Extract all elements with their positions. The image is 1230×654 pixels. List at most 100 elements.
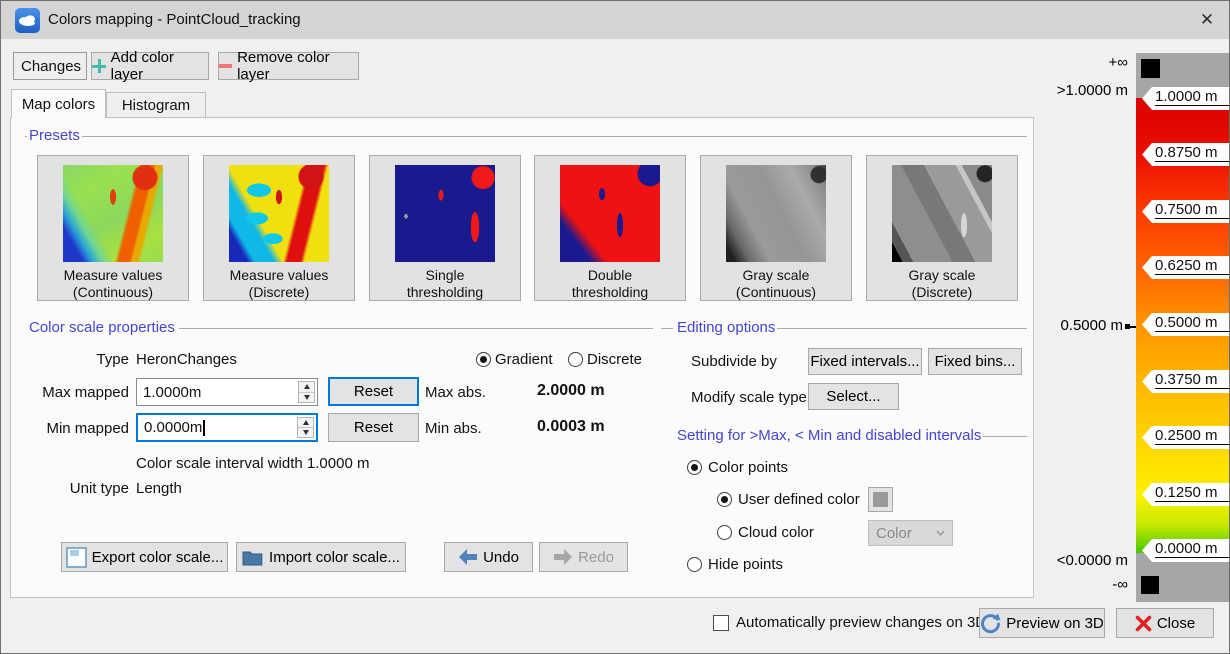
preview-on-3d-label: Preview on 3D: [1006, 615, 1104, 632]
redo-arrow-icon: [553, 548, 573, 566]
tab-histogram[interactable]: Histogram: [106, 92, 206, 118]
scale-tick-label: 0.8750 m: [1155, 143, 1229, 162]
fixed-intervals-button[interactable]: Fixed intervals...: [808, 348, 922, 375]
interval-width-text: Color scale interval width 1.0000 m: [136, 455, 369, 472]
scale-tick-0.1250[interactable]: 0.1250 m: [1142, 483, 1229, 506]
preset-caption: Gray scale: [701, 267, 851, 283]
preset-thumbnail-measure-discrete: [229, 165, 329, 262]
scale-tick-0.2500[interactable]: 0.2500 m: [1142, 426, 1229, 449]
title-bar[interactable]: Colors mapping - PointCloud_tracking ✕: [1, 1, 1229, 39]
scale-above-max-color-swatch[interactable]: [1141, 59, 1160, 78]
scale-label-plus-infinity: +∞: [1038, 54, 1128, 71]
scale-tick-0.0000[interactable]: 0.0000 m: [1142, 539, 1229, 562]
max-mapped-input[interactable]: 1.0000m: [136, 378, 318, 406]
min-mapped-label: Min mapped: [26, 420, 129, 437]
undo-button[interactable]: Undo: [444, 542, 533, 572]
scale-tick-0.5000[interactable]: 0.5000 m: [1142, 313, 1229, 336]
max-reset-button[interactable]: Reset: [328, 377, 419, 406]
remove-color-layer-label: Remove color layer: [237, 49, 358, 83]
max-abs-label: Max abs.: [425, 384, 486, 401]
preset-measure-values-continuous[interactable]: Measure values (Continuous): [37, 155, 189, 301]
user-defined-color-radio[interactable]: [717, 492, 732, 507]
preset-caption: Measure values: [204, 267, 354, 283]
scale-below-min-color-swatch[interactable]: [1141, 576, 1159, 594]
preset-caption: (Continuous): [38, 284, 188, 300]
spin-up-icon[interactable]: [299, 382, 314, 393]
cloud-color-radio[interactable]: [717, 525, 732, 540]
chevron-down-icon: [936, 530, 945, 536]
preview-on-3d-button[interactable]: Preview on 3D: [979, 608, 1105, 638]
settings-group-label: Setting for >Max, < Min and disabled int…: [675, 427, 983, 444]
gradient-radio[interactable]: [476, 352, 491, 367]
scale-tick-label: 0.3750 m: [1155, 370, 1229, 389]
preset-caption: thresholding: [535, 284, 685, 300]
scale-tick-label: 0.2500 m: [1155, 426, 1229, 445]
discrete-radio[interactable]: [568, 352, 583, 367]
preset-measure-values-discrete[interactable]: Measure values (Discrete): [203, 155, 355, 301]
type-value: HeronChanges: [136, 351, 237, 368]
cloud-color-label: Cloud color: [738, 524, 814, 541]
save-floppy-icon: [66, 547, 87, 568]
preset-gray-scale-discrete[interactable]: Gray scale (Discrete): [866, 155, 1018, 301]
import-color-scale-button[interactable]: Import color scale...: [236, 542, 406, 572]
preset-gray-scale-continuous[interactable]: Gray scale (Continuous): [700, 155, 852, 301]
min-abs-label: Min abs.: [425, 420, 482, 437]
scale-label-below-min: <0.0000 m: [1018, 552, 1128, 569]
scale-label-above-max: >1.0000 m: [1018, 82, 1128, 99]
spin-down-icon[interactable]: [299, 393, 314, 403]
max-mapped-label: Max mapped: [26, 384, 129, 401]
redo-button[interactable]: Redo: [539, 542, 628, 572]
hide-points-radio[interactable]: [687, 557, 702, 572]
preset-single-thresholding[interactable]: Single thresholding: [369, 155, 521, 301]
add-color-layer-button[interactable]: Add color layer: [91, 52, 209, 80]
min-mapped-input[interactable]: 0.0000m: [136, 413, 318, 442]
auto-preview-checkbox[interactable]: [713, 615, 729, 631]
scale-tick-label: 0.1250 m: [1155, 483, 1229, 502]
refresh-circular-arrow-icon: [980, 613, 1001, 634]
export-color-scale-button[interactable]: Export color scale...: [61, 542, 228, 572]
scale-tick-0.6250[interactable]: 0.6250 m: [1142, 256, 1229, 279]
redo-label: Redo: [578, 549, 614, 566]
scale-tick-label: 0.7500 m: [1155, 200, 1229, 219]
select-button[interactable]: Select...: [808, 383, 899, 410]
fixed-bins-button[interactable]: Fixed bins...: [928, 348, 1022, 375]
preset-caption: (Discrete): [204, 284, 354, 300]
scale-tick-0.7500[interactable]: 0.7500 m: [1142, 200, 1229, 223]
min-abs-value: 0.0003 m: [537, 418, 605, 436]
spin-up-icon[interactable]: [298, 418, 313, 428]
undo-label: Undo: [483, 549, 519, 566]
scale-tick-label: 0.0000 m: [1155, 539, 1229, 558]
scale-tick-1.0000[interactable]: 1.0000 m: [1142, 87, 1229, 110]
min-reset-button[interactable]: Reset: [328, 413, 419, 442]
min-mapped-spinner[interactable]: [297, 417, 314, 438]
color-points-label: Color points: [708, 459, 788, 476]
color-points-radio[interactable]: [687, 460, 702, 475]
close-button[interactable]: Close: [1116, 608, 1214, 638]
window-title: Colors mapping - PointCloud_tracking: [48, 1, 301, 39]
remove-color-layer-button[interactable]: Remove color layer: [218, 52, 359, 80]
scale-tick-0.8750[interactable]: 0.8750 m: [1142, 143, 1229, 166]
min-mapped-value: 0.0000m: [144, 419, 202, 436]
user-defined-color-swatch[interactable]: [868, 487, 893, 512]
modify-scale-type-label: Modify scale type: [691, 389, 807, 406]
max-mapped-spinner[interactable]: [298, 381, 315, 403]
changes-dropdown[interactable]: Changes: [13, 52, 87, 80]
scale-tick-label: 0.5000 m: [1155, 313, 1229, 332]
preset-caption: Single: [370, 267, 520, 283]
scale-tick-0.3750[interactable]: 0.3750 m: [1142, 370, 1229, 393]
spin-down-icon[interactable]: [298, 428, 313, 437]
scale-tick-label: 0.6250 m: [1155, 256, 1229, 275]
presets-group-line: [25, 136, 1027, 137]
max-mapped-value: 1.0000m: [143, 384, 201, 401]
preset-caption: thresholding: [370, 284, 520, 300]
color-swatch-fill: [873, 492, 888, 507]
tab-map-colors[interactable]: Map colors: [11, 89, 106, 118]
preset-double-thresholding[interactable]: Double thresholding: [534, 155, 686, 301]
cloud-color-dropdown[interactable]: Color: [868, 520, 953, 546]
auto-preview-label: Automatically preview changes on 3D: [736, 614, 986, 631]
import-label: Import color scale...: [269, 549, 400, 566]
text-caret: [203, 420, 205, 436]
hide-points-label: Hide points: [708, 556, 783, 573]
point-cloud-app-icon: [15, 8, 40, 33]
window-close-icon[interactable]: ✕: [1185, 1, 1229, 39]
